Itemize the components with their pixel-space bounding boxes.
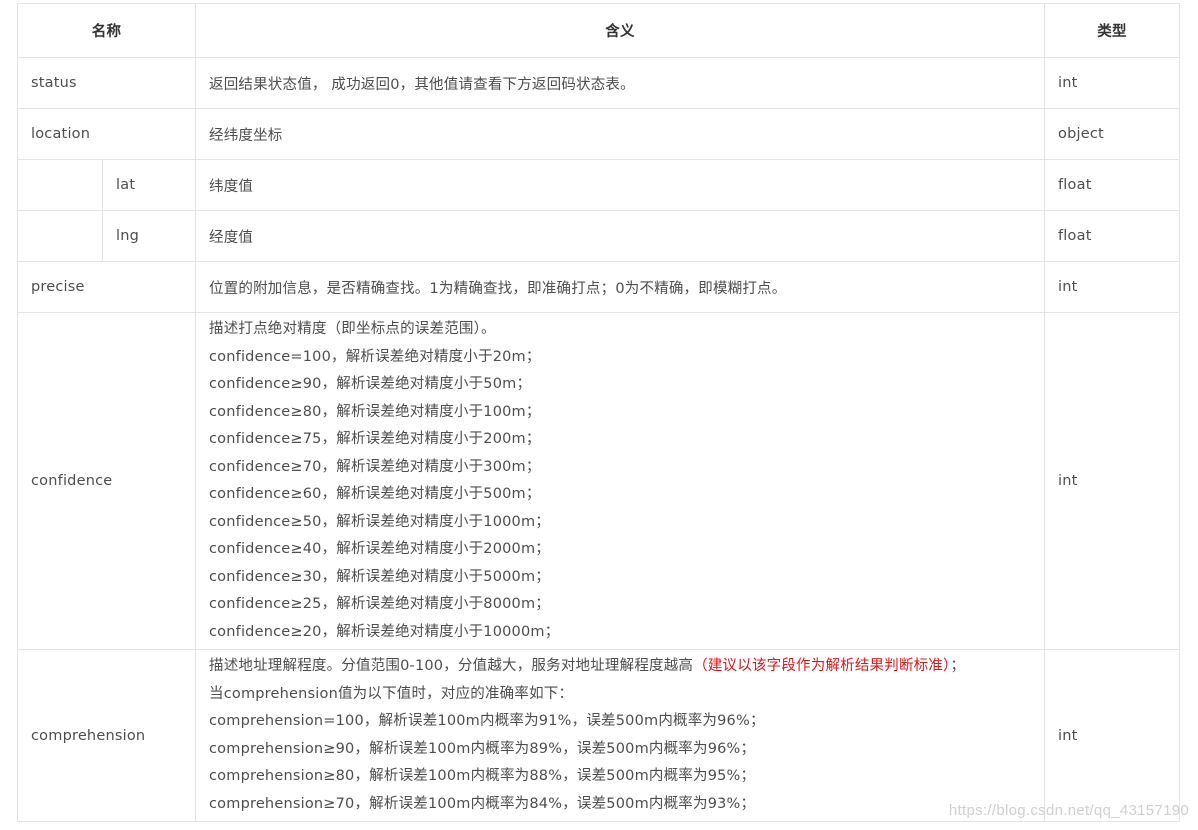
comprehension-line: comprehension=100，解析误差100m内概率为91%，误差500m… (209, 713, 765, 729)
field-name-cell: status (17, 57, 196, 109)
field-meaning-cell: 返回结果状态值， 成功返回0，其他值请查看下方返回码状态表。 (195, 57, 1045, 109)
field-meaning-cell: 经度值 (195, 210, 1045, 262)
field-type-cell: float (1044, 159, 1180, 211)
indent-cell (17, 210, 103, 262)
field-meaning-cell: 位置的附加信息，是否精确查找。1为精确查找，即准确打点；0为不精确，即模糊打点。 (195, 261, 1045, 313)
field-meaning-cell: 描述打点绝对精度（即坐标点的误差范围）。 confidence=100，解析误差… (195, 312, 1045, 650)
header-meaning: 含义 (195, 3, 1045, 58)
table-row-comprehension: comprehension 描述地址理解程度。分值范围0-100，分值越大，服务… (17, 649, 1180, 822)
header-name: 名称 (17, 3, 196, 58)
field-type-cell: int (1044, 649, 1180, 822)
field-type-cell: float (1044, 210, 1180, 262)
comprehension-intro-end: ； (950, 658, 966, 674)
comprehension-intro: 描述地址理解程度。分值范围0-100，分值越大，服务对地址理解程度越高（建议以该… (209, 653, 1031, 681)
field-type-cell: int (1044, 57, 1180, 109)
confidence-line: 描述打点绝对精度（即坐标点的误差范围）。 (209, 321, 496, 337)
table-header-row: 名称 含义 类型 (17, 3, 1180, 58)
field-meaning-cell: 经纬度坐标 (195, 108, 1045, 160)
confidence-line: confidence≥25，解析误差绝对精度小于8000m； (209, 596, 550, 612)
confidence-line: confidence≥75，解析误差绝对精度小于200m； (209, 431, 541, 447)
comprehension-line: comprehension≥80，解析误差100m内概率为88%，误差500m内… (209, 768, 756, 784)
comprehension-line: comprehension≥90，解析误差100m内概率为89%，误差500m内… (209, 740, 756, 757)
indent-cell (17, 159, 103, 211)
table-row-lat: lat 纬度值 float (17, 159, 1180, 211)
field-name-cell: comprehension (17, 649, 196, 822)
field-type-cell: int (1044, 312, 1180, 650)
confidence-line: confidence≥40，解析误差绝对精度小于2000m； (209, 541, 550, 557)
table-row-confidence: confidence 描述打点绝对精度（即坐标点的误差范围）。 confiden… (17, 312, 1180, 650)
table-row-lng: lng 经度值 float (17, 210, 1180, 262)
field-meaning-cell: 描述地址理解程度。分值范围0-100，分值越大，服务对地址理解程度越高（建议以该… (195, 649, 1045, 822)
confidence-line: confidence≥50，解析误差绝对精度小于1000m； (209, 513, 550, 530)
confidence-line: confidence≥90，解析误差绝对精度小于50m； (209, 376, 532, 392)
field-type-cell: object (1044, 108, 1180, 160)
confidence-line: confidence≥70，解析误差绝对精度小于300m； (209, 458, 541, 475)
confidence-line: confidence≥60，解析误差绝对精度小于500m； (209, 486, 541, 502)
header-type: 类型 (1044, 3, 1180, 58)
field-meaning-cell: 纬度值 (195, 159, 1045, 211)
confidence-line: confidence≥30，解析误差绝对精度小于5000m； (209, 568, 550, 585)
table-row-location: location 经纬度坐标 object (17, 108, 1180, 160)
comprehension-line: comprehension≥70，解析误差100m内概率为84%，误差500m内… (209, 795, 756, 812)
field-type-cell: int (1044, 261, 1180, 313)
field-name-cell: precise (17, 261, 196, 313)
field-name-cell: location (17, 108, 196, 160)
table-row-status: status 返回结果状态值， 成功返回0，其他值请查看下方返回码状态表。 in… (17, 57, 1180, 109)
subfield-name-cell: lng (102, 210, 196, 262)
field-name-cell: confidence (17, 312, 196, 650)
confidence-line: confidence≥80，解析误差绝对精度小于100m； (209, 403, 541, 420)
subfield-name-cell: lat (102, 159, 196, 211)
comprehension-recommendation-note: （建议以该字段作为解析结果判断标准） (693, 658, 951, 674)
source-watermark: https://blog.csdn.net/qq_43157190 (948, 802, 1189, 819)
comprehension-intro-text: 描述地址理解程度。分值范围0-100，分值越大，服务对地址理解程度越高 (209, 658, 694, 674)
comprehension-line: 当comprehension值为以下值时，对应的准确率如下： (209, 685, 574, 702)
confidence-line: confidence=100，解析误差绝对精度小于20m； (209, 348, 541, 365)
table-row-precise: precise 位置的附加信息，是否精确查找。1为精确查找，即准确打点；0为不精… (17, 261, 1180, 313)
api-response-fields-table: 名称 含义 类型 status 返回结果状态值， 成功返回0，其他值请查看下方返… (17, 3, 1180, 822)
confidence-line: confidence≥20，解析误差绝对精度小于10000m； (209, 623, 560, 640)
